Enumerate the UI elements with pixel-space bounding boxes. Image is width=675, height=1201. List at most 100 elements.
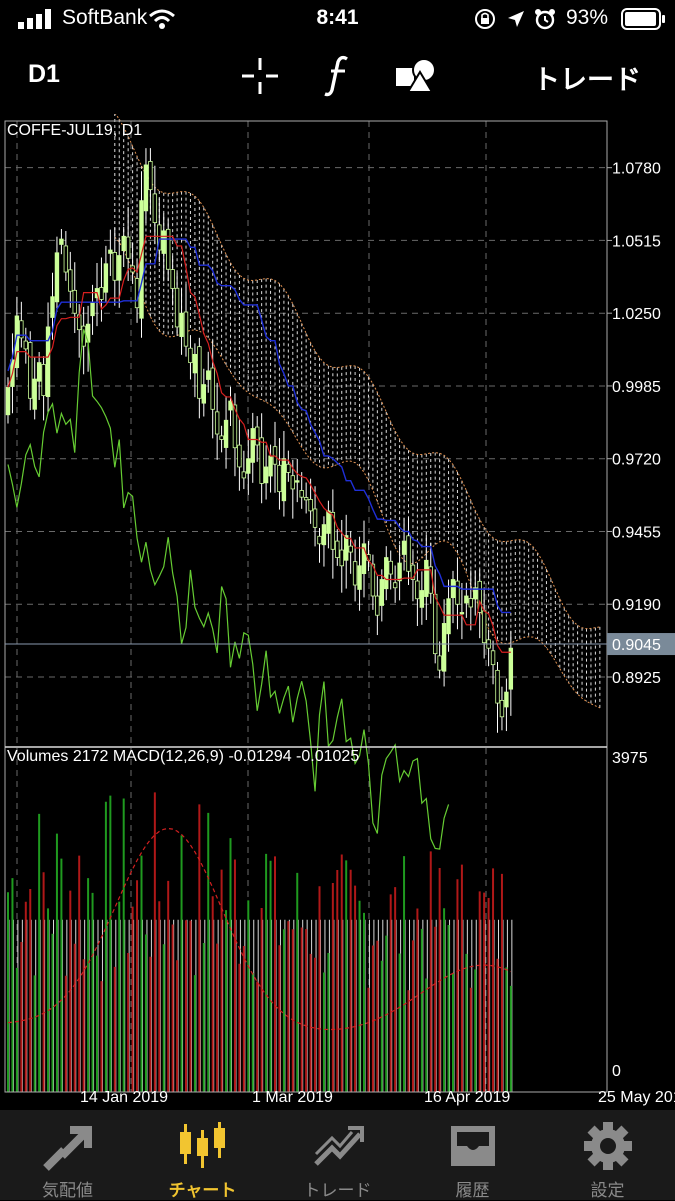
date-tick-label: 16 Apr 2019: [424, 1089, 510, 1106]
shapes-icon[interactable]: [394, 56, 438, 96]
candle-body: [68, 269, 73, 292]
candle-body: [263, 466, 269, 484]
candle-body: [317, 535, 322, 545]
candle-body: [303, 497, 309, 501]
candle-body: [117, 255, 122, 281]
candle-body: [90, 301, 95, 317]
candle-body: [401, 540, 407, 555]
candle-body: [28, 342, 33, 399]
tab-settings-label: 設定: [590, 1181, 625, 1200]
date-tick-label: 25 May 2019: [598, 1089, 675, 1106]
quotes-icon: [43, 1126, 92, 1171]
crosshair-icon[interactable]: [240, 56, 280, 96]
volume-axis-label: 3975: [612, 750, 648, 767]
candle-body: [490, 650, 496, 666]
candle-body: [32, 378, 37, 410]
tab-bar: 気配値 チャート トレード 履歴 設定: [0, 1110, 675, 1200]
orientation-lock-icon: [475, 9, 495, 29]
candle-body: [5, 386, 11, 416]
trade-button[interactable]: トレード: [533, 58, 641, 97]
candle-body: [455, 580, 460, 605]
status-bar: SoftBank 8:41 93%: [0, 0, 675, 38]
candle-body: [103, 263, 109, 293]
candle-body: [321, 524, 327, 546]
candle-body: [339, 549, 344, 567]
tab-trade[interactable]: トレード: [270, 1110, 405, 1200]
candle-body: [281, 458, 287, 502]
price-tick-label: 0.9720: [612, 452, 661, 469]
candle-body: [54, 252, 60, 303]
candle-body: [499, 699, 505, 718]
candle-body: [148, 161, 153, 191]
date-tick-label: 1 Mar 2019: [252, 1089, 333, 1106]
candle-body: [36, 362, 42, 382]
candle-body: [388, 560, 393, 575]
tab-history-label: 履歴: [455, 1181, 490, 1200]
candle-body: [170, 269, 175, 289]
candle-body: [335, 540, 340, 558]
candle-body: [508, 647, 514, 690]
volume-bars: [7, 792, 513, 1092]
trade-icon: [314, 1126, 364, 1166]
candle-body: [228, 400, 233, 411]
candle-body: [219, 435, 224, 440]
candle-body: [112, 252, 117, 281]
battery-percent: 93%: [566, 6, 609, 29]
candle-body: [210, 367, 215, 410]
candle-body: [295, 480, 300, 483]
candle-body: [375, 595, 380, 616]
candle-body: [464, 595, 469, 604]
candle-body: [459, 612, 465, 615]
tab-chart[interactable]: チャート: [135, 1110, 270, 1200]
candle-body: [450, 579, 456, 599]
candle-body: [419, 590, 425, 608]
tab-quotes[interactable]: 気配値: [0, 1110, 135, 1200]
candle-body: [348, 545, 353, 553]
tab-history[interactable]: 履歴: [405, 1110, 540, 1200]
volume-axis-label: 0: [612, 1063, 621, 1080]
chart-title: COFFE-JUL19, D1: [7, 122, 143, 139]
candle-body: [143, 164, 149, 212]
volume-macd-label: Volumes 2172 MACD(12,26,9) -0.01294 -0.0…: [7, 748, 360, 765]
candle-body: [424, 559, 429, 597]
candle-body: [99, 287, 104, 300]
candle-body: [277, 464, 282, 493]
candle-body: [50, 296, 55, 318]
candle-body: [326, 510, 331, 534]
chart-area[interactable]: 0.9045 1.0780 1.0515 1.0250 0.9985 0.9720 0.94…: [0, 114, 675, 1110]
candle-body: [392, 582, 398, 589]
candle-body: [241, 471, 247, 479]
candle-body: [432, 593, 438, 655]
settings-icon: [584, 1122, 632, 1170]
candle-body: [165, 228, 171, 270]
date-tick-label: 14 Jan 2019: [80, 1089, 168, 1106]
candle-body: [312, 508, 318, 528]
chart-canvas[interactable]: 0.9045 1.0780 1.0515 1.0250 0.9985 0.9720 0.94…: [0, 114, 675, 1110]
candle-body: [121, 235, 126, 252]
candle-body: [250, 428, 255, 463]
function-icon[interactable]: [323, 54, 353, 98]
location-icon: [508, 11, 524, 27]
history-icon: [451, 1126, 495, 1166]
tab-settings[interactable]: 設定: [540, 1110, 675, 1200]
candle-body: [268, 455, 273, 477]
candle-body: [246, 458, 251, 474]
candle-body: [504, 691, 509, 708]
candle-body: [237, 444, 242, 468]
candle-body: [201, 384, 206, 404]
price-tick-label: 1.0515: [612, 233, 661, 250]
candle-body: [384, 557, 389, 590]
tab-quotes-label: 気配値: [42, 1181, 93, 1200]
chart-toolbar: D1 トレード: [0, 38, 675, 114]
candle-body: [286, 463, 291, 473]
candle-body: [437, 655, 442, 671]
candle-body: [495, 669, 500, 704]
candle-body: [397, 562, 402, 582]
candle-body: [352, 561, 358, 586]
timeframe-button[interactable]: D1: [28, 60, 60, 89]
ichimoku-cloud: [114, 114, 601, 709]
candle-body: [192, 353, 198, 374]
battery-icon: [621, 8, 665, 30]
candle-body: [379, 579, 384, 606]
candle-body: [214, 411, 220, 435]
